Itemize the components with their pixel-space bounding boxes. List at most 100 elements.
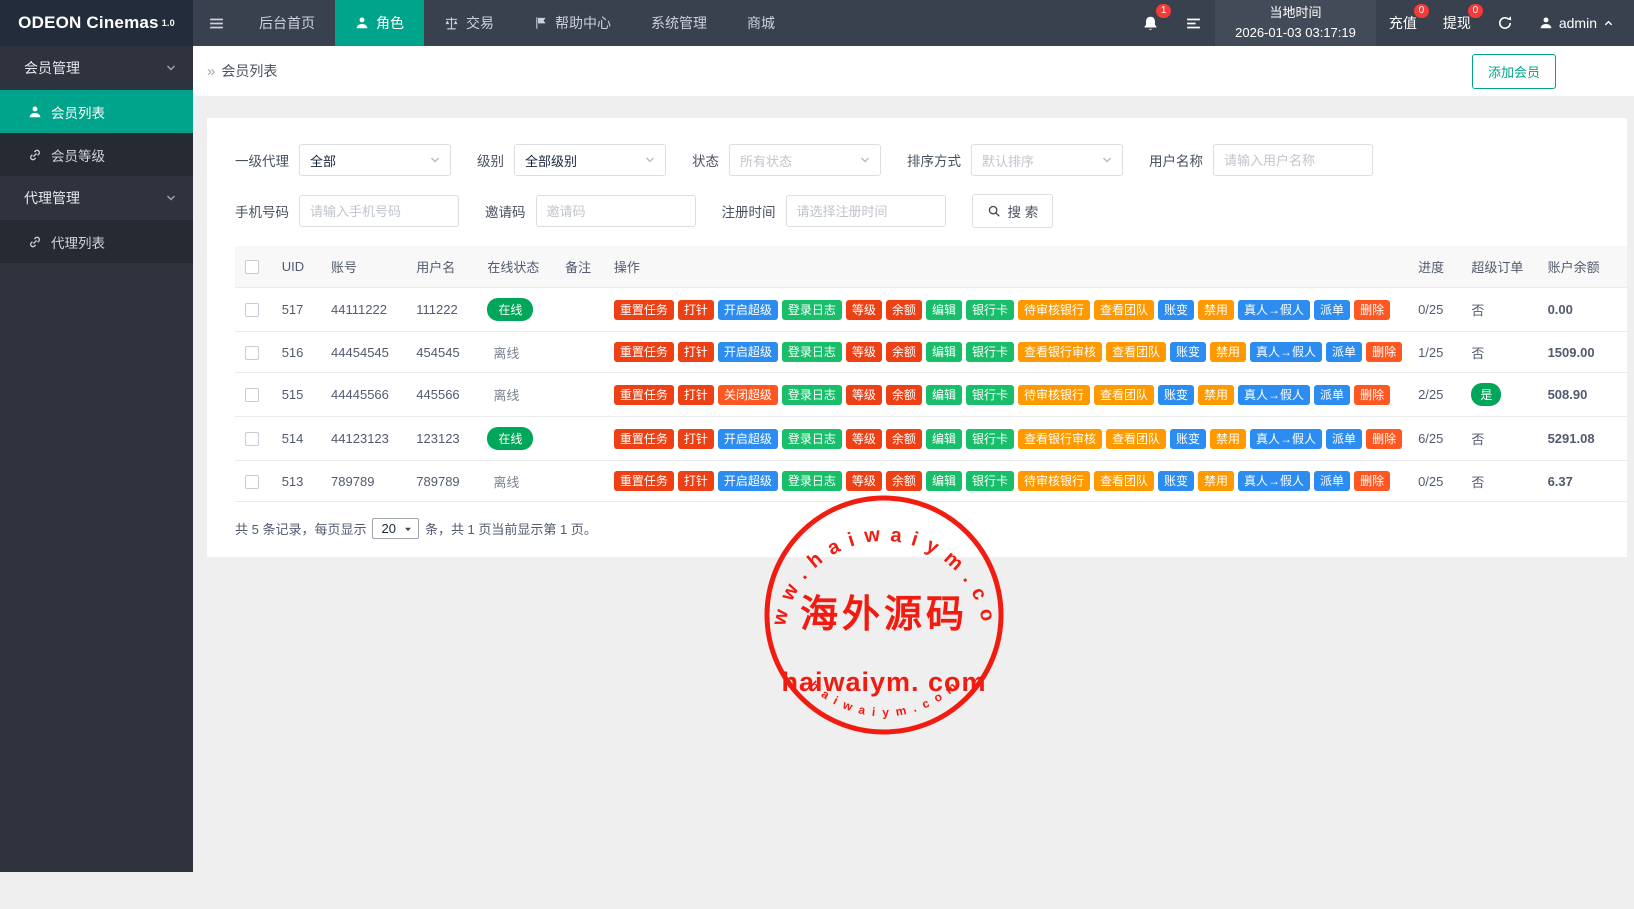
topnav-item[interactable]: 交易 bbox=[424, 0, 514, 46]
topnav-item[interactable]: 角色 bbox=[335, 0, 424, 46]
action-button[interactable]: 登录日志 bbox=[782, 342, 842, 362]
action-button[interactable]: 派单 bbox=[1314, 471, 1350, 491]
action-button[interactable]: 开启超级 bbox=[718, 342, 778, 362]
row-checkbox[interactable] bbox=[245, 303, 259, 317]
action-button[interactable]: 查看银行审核 bbox=[1018, 342, 1102, 362]
page-size-select[interactable]: 20 bbox=[372, 518, 418, 539]
action-button[interactable]: 查看团队 bbox=[1094, 300, 1154, 320]
quick-menu-button[interactable] bbox=[1172, 0, 1215, 46]
action-button[interactable]: 账变 bbox=[1158, 300, 1194, 320]
action-button[interactable]: 账变 bbox=[1170, 429, 1206, 449]
filter-select[interactable]: 全部 bbox=[299, 144, 451, 176]
action-button[interactable]: 禁用 bbox=[1198, 385, 1234, 405]
action-button[interactable]: 派单 bbox=[1326, 342, 1362, 362]
action-button[interactable]: 等级 bbox=[846, 429, 882, 449]
action-button[interactable]: 登录日志 bbox=[782, 429, 842, 449]
action-button[interactable]: 待审核银行 bbox=[1018, 300, 1090, 320]
add-member-button[interactable]: 添加会员 bbox=[1472, 54, 1556, 89]
withdraw-button[interactable]: 提现 0 bbox=[1430, 0, 1484, 46]
action-button[interactable]: 打针 bbox=[678, 300, 714, 320]
action-button[interactable]: 打针 bbox=[678, 385, 714, 405]
filter-input[interactable] bbox=[1213, 144, 1373, 176]
action-button[interactable]: 重置任务 bbox=[614, 300, 674, 320]
action-button[interactable]: 余额 bbox=[886, 471, 922, 491]
action-button[interactable]: 派单 bbox=[1314, 385, 1350, 405]
action-button[interactable]: 打针 bbox=[678, 471, 714, 491]
action-button[interactable]: 编辑 bbox=[926, 342, 962, 362]
filter-input[interactable] bbox=[786, 195, 946, 227]
action-button[interactable]: 编辑 bbox=[926, 471, 962, 491]
action-button[interactable]: 禁用 bbox=[1210, 429, 1246, 449]
action-button[interactable]: 等级 bbox=[846, 300, 882, 320]
action-button[interactable]: 银行卡 bbox=[966, 429, 1014, 449]
filter-select[interactable]: 所有状态 bbox=[729, 144, 881, 176]
sidebar-item[interactable]: 会员列表 bbox=[0, 90, 193, 133]
action-button[interactable]: 真人→假人 bbox=[1250, 429, 1322, 449]
action-button[interactable]: 打针 bbox=[678, 342, 714, 362]
action-button[interactable]: 银行卡 bbox=[966, 300, 1014, 320]
action-button[interactable]: 账变 bbox=[1158, 471, 1194, 491]
action-button[interactable]: 真人→假人 bbox=[1238, 471, 1310, 491]
action-button[interactable]: 删除 bbox=[1366, 429, 1402, 449]
topnav-item[interactable]: 商城 bbox=[727, 0, 795, 46]
row-checkbox[interactable] bbox=[245, 388, 259, 402]
action-button[interactable]: 重置任务 bbox=[614, 471, 674, 491]
sidebar-item[interactable]: 会员等级 bbox=[0, 133, 193, 176]
sidebar-item[interactable]: 代理列表 bbox=[0, 220, 193, 263]
action-button[interactable]: 禁用 bbox=[1198, 300, 1234, 320]
filter-input[interactable] bbox=[536, 195, 696, 227]
action-button[interactable]: 删除 bbox=[1366, 342, 1402, 362]
action-button[interactable]: 查看银行审核 bbox=[1018, 429, 1102, 449]
action-button[interactable]: 重置任务 bbox=[614, 342, 674, 362]
filter-select[interactable]: 全部级别 bbox=[514, 144, 666, 176]
sidebar-group[interactable]: 会员管理 bbox=[0, 46, 193, 90]
action-button[interactable]: 银行卡 bbox=[966, 385, 1014, 405]
filter-input[interactable] bbox=[299, 195, 459, 227]
topnav-item[interactable]: 系统管理 bbox=[631, 0, 727, 46]
action-button[interactable]: 删除 bbox=[1354, 385, 1390, 405]
notifications-button[interactable]: 1 bbox=[1129, 0, 1172, 46]
filter-select[interactable]: 默认排序 bbox=[971, 144, 1123, 176]
topnav-item[interactable]: 后台首页 bbox=[239, 0, 335, 46]
action-button[interactable]: 查看团队 bbox=[1106, 342, 1166, 362]
action-button[interactable]: 账变 bbox=[1170, 342, 1206, 362]
action-button[interactable]: 账变 bbox=[1158, 385, 1194, 405]
action-button[interactable]: 开启超级 bbox=[718, 471, 778, 491]
action-button[interactable]: 余额 bbox=[886, 385, 922, 405]
action-button[interactable]: 待审核银行 bbox=[1018, 385, 1090, 405]
row-checkbox[interactable] bbox=[245, 475, 259, 489]
action-button[interactable]: 编辑 bbox=[926, 429, 962, 449]
select-all-checkbox[interactable] bbox=[245, 260, 259, 274]
action-button[interactable]: 关闭超级 bbox=[718, 385, 778, 405]
action-button[interactable]: 余额 bbox=[886, 300, 922, 320]
action-button[interactable]: 禁用 bbox=[1210, 342, 1246, 362]
action-button[interactable]: 开启超级 bbox=[718, 300, 778, 320]
sidebar-group[interactable]: 代理管理 bbox=[0, 176, 193, 220]
action-button[interactable]: 余额 bbox=[886, 342, 922, 362]
action-button[interactable]: 派单 bbox=[1326, 429, 1362, 449]
action-button[interactable]: 禁用 bbox=[1198, 471, 1234, 491]
action-button[interactable]: 重置任务 bbox=[614, 385, 674, 405]
action-button[interactable]: 删除 bbox=[1354, 471, 1390, 491]
action-button[interactable]: 重置任务 bbox=[614, 429, 674, 449]
action-button[interactable]: 等级 bbox=[846, 471, 882, 491]
refresh-button[interactable] bbox=[1484, 0, 1526, 46]
action-button[interactable]: 真人→假人 bbox=[1238, 385, 1310, 405]
action-button[interactable]: 真人→假人 bbox=[1250, 342, 1322, 362]
action-button[interactable]: 余额 bbox=[886, 429, 922, 449]
recharge-button[interactable]: 充值 0 bbox=[1376, 0, 1430, 46]
search-button[interactable]: 搜 索 bbox=[972, 194, 1054, 228]
action-button[interactable]: 派单 bbox=[1314, 300, 1350, 320]
action-button[interactable]: 查看团队 bbox=[1106, 429, 1166, 449]
row-checkbox[interactable] bbox=[245, 346, 259, 360]
action-button[interactable]: 查看团队 bbox=[1094, 471, 1154, 491]
action-button[interactable]: 开启超级 bbox=[718, 429, 778, 449]
action-button[interactable]: 打针 bbox=[678, 429, 714, 449]
sidebar-toggle-button[interactable] bbox=[193, 0, 239, 46]
action-button[interactable]: 真人→假人 bbox=[1238, 300, 1310, 320]
action-button[interactable]: 待审核银行 bbox=[1018, 471, 1090, 491]
row-checkbox[interactable] bbox=[245, 432, 259, 446]
action-button[interactable]: 银行卡 bbox=[966, 342, 1014, 362]
action-button[interactable]: 登录日志 bbox=[782, 471, 842, 491]
action-button[interactable]: 删除 bbox=[1354, 300, 1390, 320]
